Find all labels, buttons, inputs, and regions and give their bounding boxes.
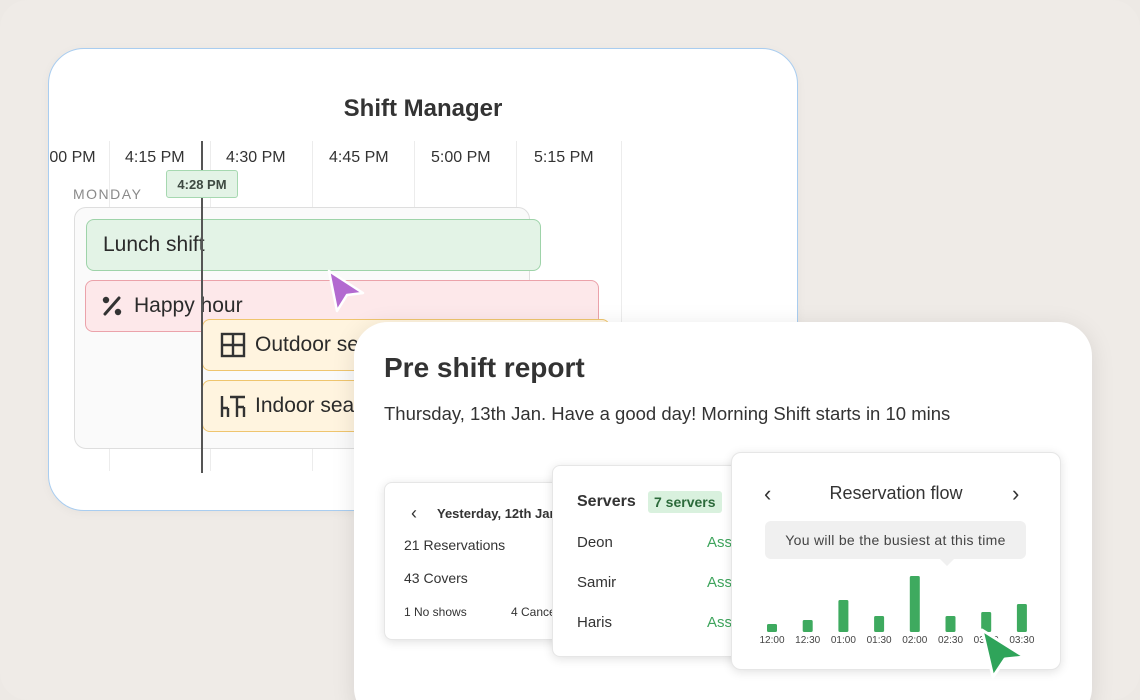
percent-icon (98, 292, 126, 320)
chart-tick-label: 01:00 (831, 635, 856, 646)
chart-bar (945, 616, 956, 632)
chart-bar (802, 620, 813, 632)
chevron-right-icon[interactable]: › (1012, 481, 1019, 507)
servers-title: Servers (577, 493, 636, 510)
chart-tick-label: 12:30 (795, 635, 820, 646)
current-time-badge: 4:28 PM (166, 170, 238, 198)
chart-tick-label: 12:00 (759, 635, 784, 646)
chart-bar (838, 600, 849, 632)
chevron-left-icon[interactable]: ‹ (411, 503, 417, 524)
table-chair-icon (219, 392, 247, 420)
server-name: Samir (577, 574, 617, 591)
time-label: 4:45 PM (329, 149, 389, 166)
date-navigator: ‹ Yesterday, 12th Jan (411, 503, 557, 524)
chart-tick-label: 02:30 (938, 635, 963, 646)
report-subtitle: Thursday, 13th Jan. Have a good day! Mor… (384, 403, 951, 424)
time-label: 4:30 PM (226, 149, 286, 166)
chart-bar (767, 624, 777, 632)
server-name: Deon (577, 534, 613, 551)
reservation-flow-title: Reservation flow (829, 483, 963, 503)
server-name: Haris (577, 614, 613, 631)
busiest-time-tooltip: You will be the busiest at this time (765, 521, 1026, 566)
day-label: MONDAY (73, 186, 143, 202)
window-grid-icon (219, 331, 247, 359)
event-lunch-shift[interactable]: Lunch shift (86, 219, 541, 271)
reservations-count: 21 Reservations (404, 537, 506, 553)
chart-tick-label: 02:00 (902, 635, 927, 646)
covers-count: 43 Covers (404, 570, 468, 586)
shift-manager-title: Shift Manager (343, 95, 503, 122)
event-label: Happy hour (134, 294, 243, 317)
mouse-cursor-icon (980, 628, 1027, 679)
chart-bar (874, 616, 885, 632)
no-shows-count: 1 No shows (404, 605, 467, 619)
summary-date: Yesterday, 12th Jan (437, 506, 558, 521)
servers-count-badge: 7 servers (648, 491, 722, 513)
time-label: 5:15 PM (534, 149, 594, 166)
time-label: 5:00 PM (431, 149, 491, 166)
time-label: 4:15 PM (125, 149, 185, 166)
time-label: 3:00 PM (49, 149, 96, 166)
mouse-cursor-icon (327, 269, 365, 313)
report-title: Pre shift report (384, 352, 585, 383)
event-label: Lunch shift (103, 233, 205, 256)
chart-tick-label: 01:30 (867, 635, 892, 646)
chart-bar (909, 576, 920, 632)
